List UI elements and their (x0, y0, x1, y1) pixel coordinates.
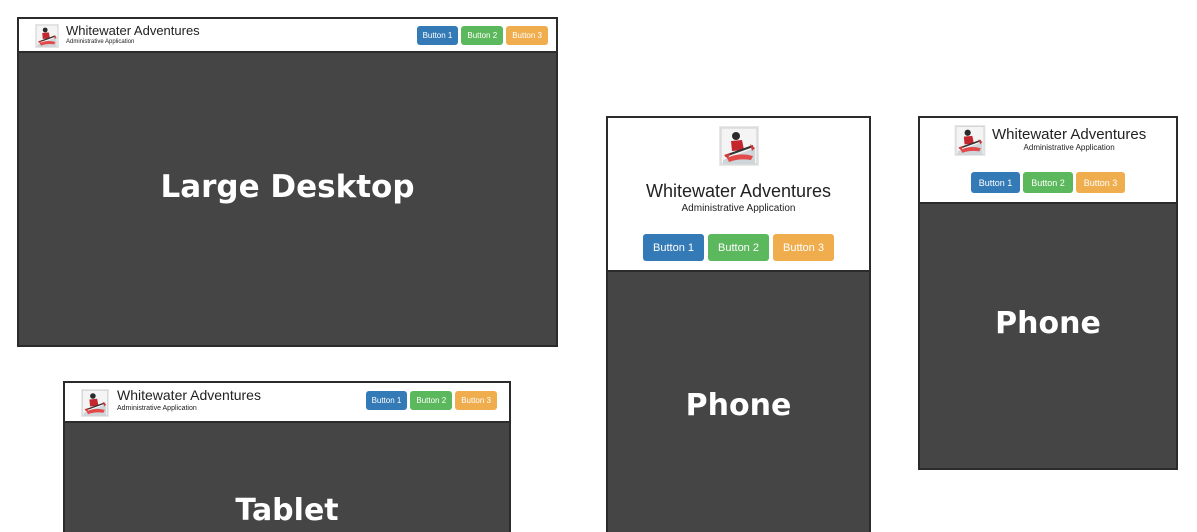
button-3[interactable]: Button 3 (455, 391, 497, 410)
app-subtitle: Administrative Application (1023, 143, 1115, 152)
tablet-mockup: Whitewater Adventures Administrative App… (63, 381, 511, 532)
button-3[interactable]: Button 3 (506, 26, 548, 45)
viewport-label: Phone (685, 388, 792, 423)
button-group: Button 1 Button 2 Button 3 (416, 26, 548, 45)
phone-mockup-small: Whitewater Adventures Administrative App… (918, 116, 1178, 470)
app-title: Whitewater Adventures (117, 387, 261, 403)
header-bar: Whitewater Adventures Administrative App… (608, 118, 869, 272)
kayaker-logo-icon (80, 389, 110, 417)
button-1[interactable]: Button 1 (643, 234, 704, 261)
viewport-label: Large Desktop (160, 169, 415, 205)
kayaker-logo-icon (954, 125, 986, 156)
brand: Whitewater Adventures Administrative App… (66, 24, 200, 45)
button-1[interactable]: Button 1 (416, 26, 459, 45)
kayaker-logo-icon (719, 126, 759, 166)
viewport-label: Tablet (235, 493, 339, 528)
app-subtitle: Administrative Application (117, 405, 197, 412)
button-2[interactable]: Button 2 (461, 26, 504, 45)
viewport-label: Phone (995, 306, 1101, 341)
button-group: Button 1 Button 2 Button 3 (920, 172, 1176, 193)
app-subtitle: Administrative Application (681, 203, 796, 214)
app-title: Whitewater Adventures (645, 181, 832, 201)
brand: Whitewater Adventures Administrative App… (608, 182, 869, 214)
button-2[interactable]: Button 2 (410, 391, 453, 410)
app-subtitle: Administrative Application (66, 39, 135, 45)
kayaker-logo-icon (35, 24, 59, 48)
button-2[interactable]: Button 2 (1023, 172, 1073, 193)
header-bar: Whitewater Adventures Administrative App… (920, 118, 1176, 204)
phone-mockup-portrait: Whitewater Adventures Administrative App… (606, 116, 871, 532)
button-3[interactable]: Button 3 (1075, 172, 1126, 193)
button-group: Button 1 Button 2 Button 3 (608, 234, 869, 261)
app-title: Whitewater Adventures (992, 126, 1147, 143)
button-3[interactable]: Button 3 (772, 234, 834, 261)
brand: Whitewater Adventures Administrative App… (117, 388, 261, 412)
brand: Whitewater Adventures Administrative App… (992, 127, 1146, 152)
button-2[interactable]: Button 2 (708, 234, 769, 261)
header-bar: Whitewater Adventures Administrative App… (19, 19, 556, 53)
header-bar: Whitewater Adventures Administrative App… (65, 383, 509, 423)
large-desktop-mockup: Whitewater Adventures Administrative App… (17, 17, 558, 347)
button-1[interactable]: Button 1 (365, 391, 408, 410)
app-title: Whitewater Adventures (66, 23, 200, 38)
button-1[interactable]: Button 1 (970, 172, 1021, 193)
button-group: Button 1 Button 2 Button 3 (365, 391, 497, 410)
